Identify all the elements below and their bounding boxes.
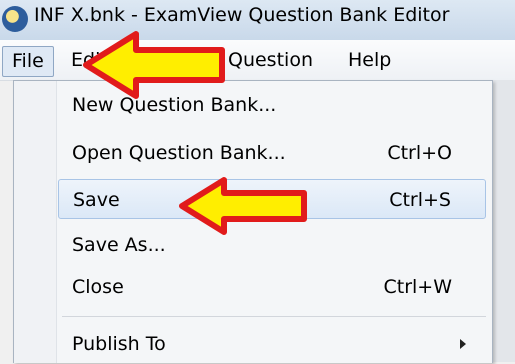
menu-item-label: Save bbox=[73, 189, 120, 211]
menu-separator bbox=[62, 316, 486, 317]
editor-background bbox=[491, 80, 515, 362]
annotation-arrow-save-icon bbox=[179, 177, 307, 235]
annotation-arrow-file-icon bbox=[83, 31, 225, 99]
window-title: INF X.bnk - ExamView Question Bank Edito… bbox=[34, 4, 450, 26]
menu-item-open-question-bank[interactable]: Open Question Bank... Ctrl+O bbox=[58, 133, 486, 173]
menu-icon-gutter bbox=[14, 81, 57, 363]
menu-file[interactable]: File bbox=[2, 46, 54, 77]
menu-bar: File Edit Question Help bbox=[0, 40, 515, 81]
submenu-arrow-icon bbox=[460, 339, 466, 349]
examview-app-icon[interactable] bbox=[2, 6, 28, 32]
menu-item-label: Save As... bbox=[72, 234, 166, 256]
menu-item-shortcut: Ctrl+O bbox=[387, 142, 452, 164]
menu-item-label: Publish To bbox=[72, 333, 166, 355]
menu-item-shortcut: Ctrl+S bbox=[389, 189, 451, 211]
menu-item-label: Close bbox=[72, 276, 124, 298]
menu-item-shortcut: Ctrl+W bbox=[383, 276, 452, 298]
title-bar: INF X.bnk - ExamView Question Bank Edito… bbox=[0, 0, 515, 40]
menu-help[interactable]: Help bbox=[342, 46, 397, 74]
menu-item-close[interactable]: Close Ctrl+W bbox=[58, 267, 486, 307]
menu-item-label: Open Question Bank... bbox=[72, 142, 286, 164]
menu-item-publish-to[interactable]: Publish To bbox=[58, 324, 486, 364]
menu-question[interactable]: Question bbox=[222, 46, 319, 74]
